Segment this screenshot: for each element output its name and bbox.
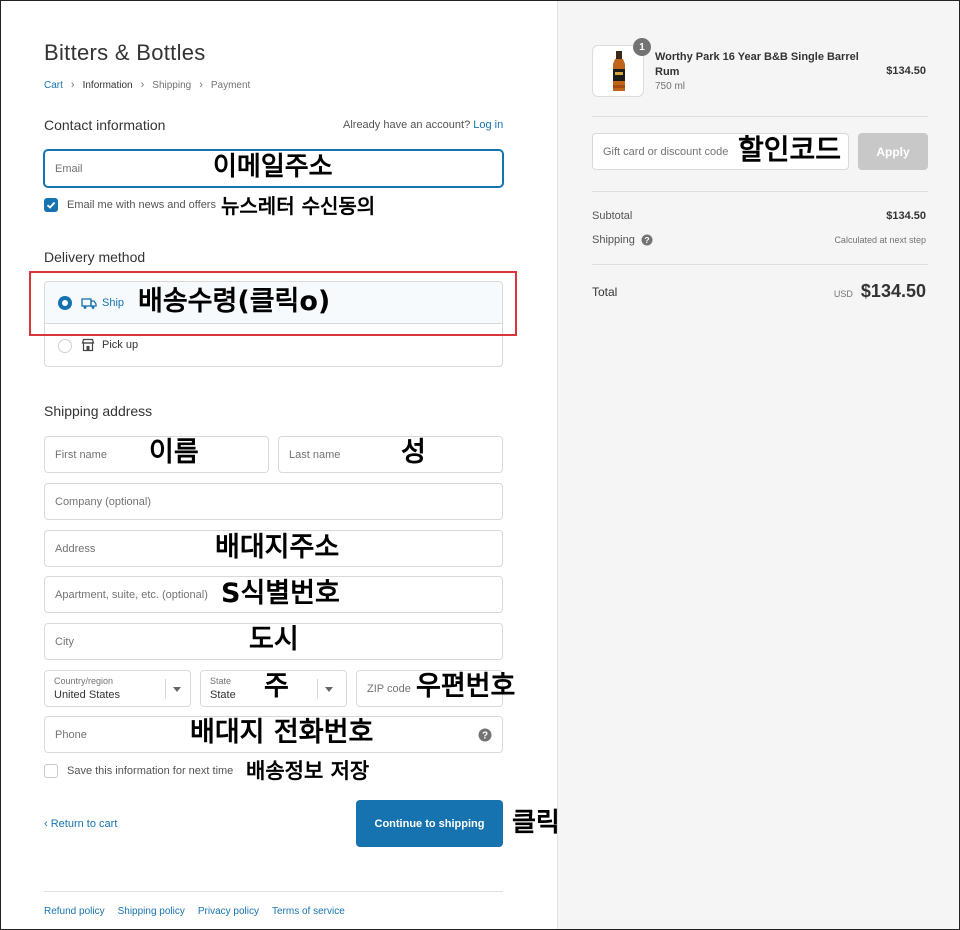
- delivery-title: Delivery method: [44, 249, 146, 265]
- subtotal-label: Subtotal: [592, 210, 633, 222]
- summary-divider: [592, 264, 928, 265]
- email-placeholder: Email: [55, 162, 83, 175]
- product-variant: 750 ml: [655, 81, 686, 92]
- product-price: $134.50: [886, 65, 926, 77]
- summary-divider: [592, 116, 928, 117]
- company-placeholder: Company (optional): [55, 495, 151, 508]
- save-info-checkbox[interactable]: [44, 764, 58, 778]
- last-name-input[interactable]: Last name: [278, 436, 503, 473]
- annotation-zip: 우편번호: [416, 671, 516, 702]
- chevron-down-icon: [173, 687, 181, 692]
- shipping-title: Shipping address: [44, 403, 153, 419]
- bottle-image: [613, 51, 625, 91]
- chevron-right-icon: ›: [70, 79, 75, 91]
- footer-links: Refund policy Shipping policy Privacy po…: [44, 906, 345, 917]
- company-input[interactable]: Company (optional): [44, 483, 503, 520]
- annotation-discount: 할인코드: [738, 133, 842, 166]
- phone-placeholder: Phone: [55, 728, 87, 741]
- shipping-row: Shipping ?: [592, 234, 653, 246]
- check-icon: [46, 201, 56, 209]
- contact-title: Contact information: [44, 117, 166, 133]
- shipping-label: Shipping: [592, 234, 635, 246]
- annotation-address: 배대지주소: [215, 532, 340, 563]
- state-value: State: [210, 689, 236, 701]
- help-icon[interactable]: ?: [641, 234, 653, 246]
- total-value: $134.50: [860, 281, 926, 301]
- terms-of-service-link[interactable]: Terms of service: [272, 906, 345, 917]
- state-label: State: [210, 676, 232, 686]
- annotation-ship: 배송수령(클릭o): [138, 286, 331, 317]
- annotation-save: 배송정보 저장: [246, 759, 370, 783]
- checkout-form-panel: Bitters & Bottles Cart › Information › S…: [0, 0, 560, 930]
- breadcrumb-shipping: Shipping: [152, 79, 192, 91]
- pickup-radio[interactable]: [58, 339, 72, 353]
- quantity-badge: 1: [633, 38, 651, 56]
- have-account-text: Already have an account? Log in: [343, 119, 504, 131]
- chevron-right-icon: ›: [140, 79, 145, 91]
- login-link[interactable]: Log in: [473, 119, 503, 131]
- privacy-policy-link[interactable]: Privacy policy: [198, 906, 259, 917]
- city-placeholder: City: [55, 635, 74, 648]
- annotation-news: 뉴스레터 수신동의: [221, 194, 376, 218]
- breadcrumb-information: Information: [82, 79, 133, 91]
- store-icon: [81, 338, 95, 352]
- footer-divider: [44, 891, 503, 892]
- chevron-right-icon: ›: [199, 79, 203, 91]
- annotation-click: 클릭: [512, 808, 560, 838]
- shipping-policy-link[interactable]: Shipping policy: [118, 906, 185, 917]
- chevron-down-icon: [325, 687, 333, 692]
- annotation-email: 이메일주소: [213, 152, 333, 182]
- continue-to-shipping-button[interactable]: Continue to shipping: [356, 800, 503, 847]
- breadcrumb-payment: Payment: [210, 79, 251, 91]
- total-amount: USD $134.50: [834, 281, 926, 302]
- country-value: United States: [54, 689, 121, 701]
- news-checkbox[interactable]: [44, 198, 58, 212]
- select-divider: [165, 679, 166, 699]
- summary-divider: [592, 191, 928, 192]
- pickup-label: Pick up: [102, 339, 139, 351]
- store-name: Bitters & Bottles: [44, 40, 206, 65]
- product-name: Worthy Park 16 Year B&B Single Barrel Ru…: [655, 51, 859, 78]
- help-icon[interactable]: ?: [478, 728, 492, 742]
- return-to-cart-link[interactable]: ‹ Return to cart: [44, 818, 117, 830]
- last-name-placeholder: Last name: [289, 448, 341, 461]
- subtotal-value: $134.50: [886, 210, 926, 222]
- shipping-value: Calculated at next step: [834, 235, 926, 245]
- annotation-city: 도시: [249, 624, 299, 655]
- breadcrumb: Cart › Information › Shipping › Payment: [44, 79, 250, 91]
- news-label: Email me with news and offers: [67, 199, 216, 211]
- country-select[interactable]: Country/region United States: [44, 670, 191, 707]
- annotation-first-name: 이름: [149, 437, 199, 468]
- save-info-label: Save this information for next time: [67, 765, 234, 777]
- refund-policy-link[interactable]: Refund policy: [44, 906, 105, 917]
- order-summary-panel: 1 Worthy Park 16 Year B&B Single Barrel …: [557, 0, 960, 930]
- currency-code: USD: [833, 289, 853, 299]
- breadcrumb-cart[interactable]: Cart: [44, 80, 63, 91]
- annotation-phone: 배대지 전화번호: [190, 717, 374, 748]
- address-placeholder: Address: [55, 542, 96, 555]
- select-divider: [317, 679, 318, 699]
- svg-text:?: ?: [482, 731, 488, 742]
- discount-placeholder: Gift card or discount code: [603, 145, 729, 158]
- apply-button[interactable]: Apply: [858, 133, 928, 170]
- country-label: Country/region: [54, 676, 114, 686]
- chevron-left-icon: ‹: [44, 818, 51, 830]
- zip-placeholder: ZIP code: [367, 682, 411, 695]
- svg-text:?: ?: [644, 235, 649, 245]
- annotation-state: 주: [264, 671, 289, 702]
- total-label: Total: [592, 285, 618, 299]
- apartment-placeholder: Apartment, suite, etc. (optional): [55, 588, 208, 601]
- first-name-placeholder: First name: [55, 448, 107, 461]
- annotation-last-name: 성: [401, 437, 426, 468]
- annotation-apartment: S식별번호: [221, 578, 340, 609]
